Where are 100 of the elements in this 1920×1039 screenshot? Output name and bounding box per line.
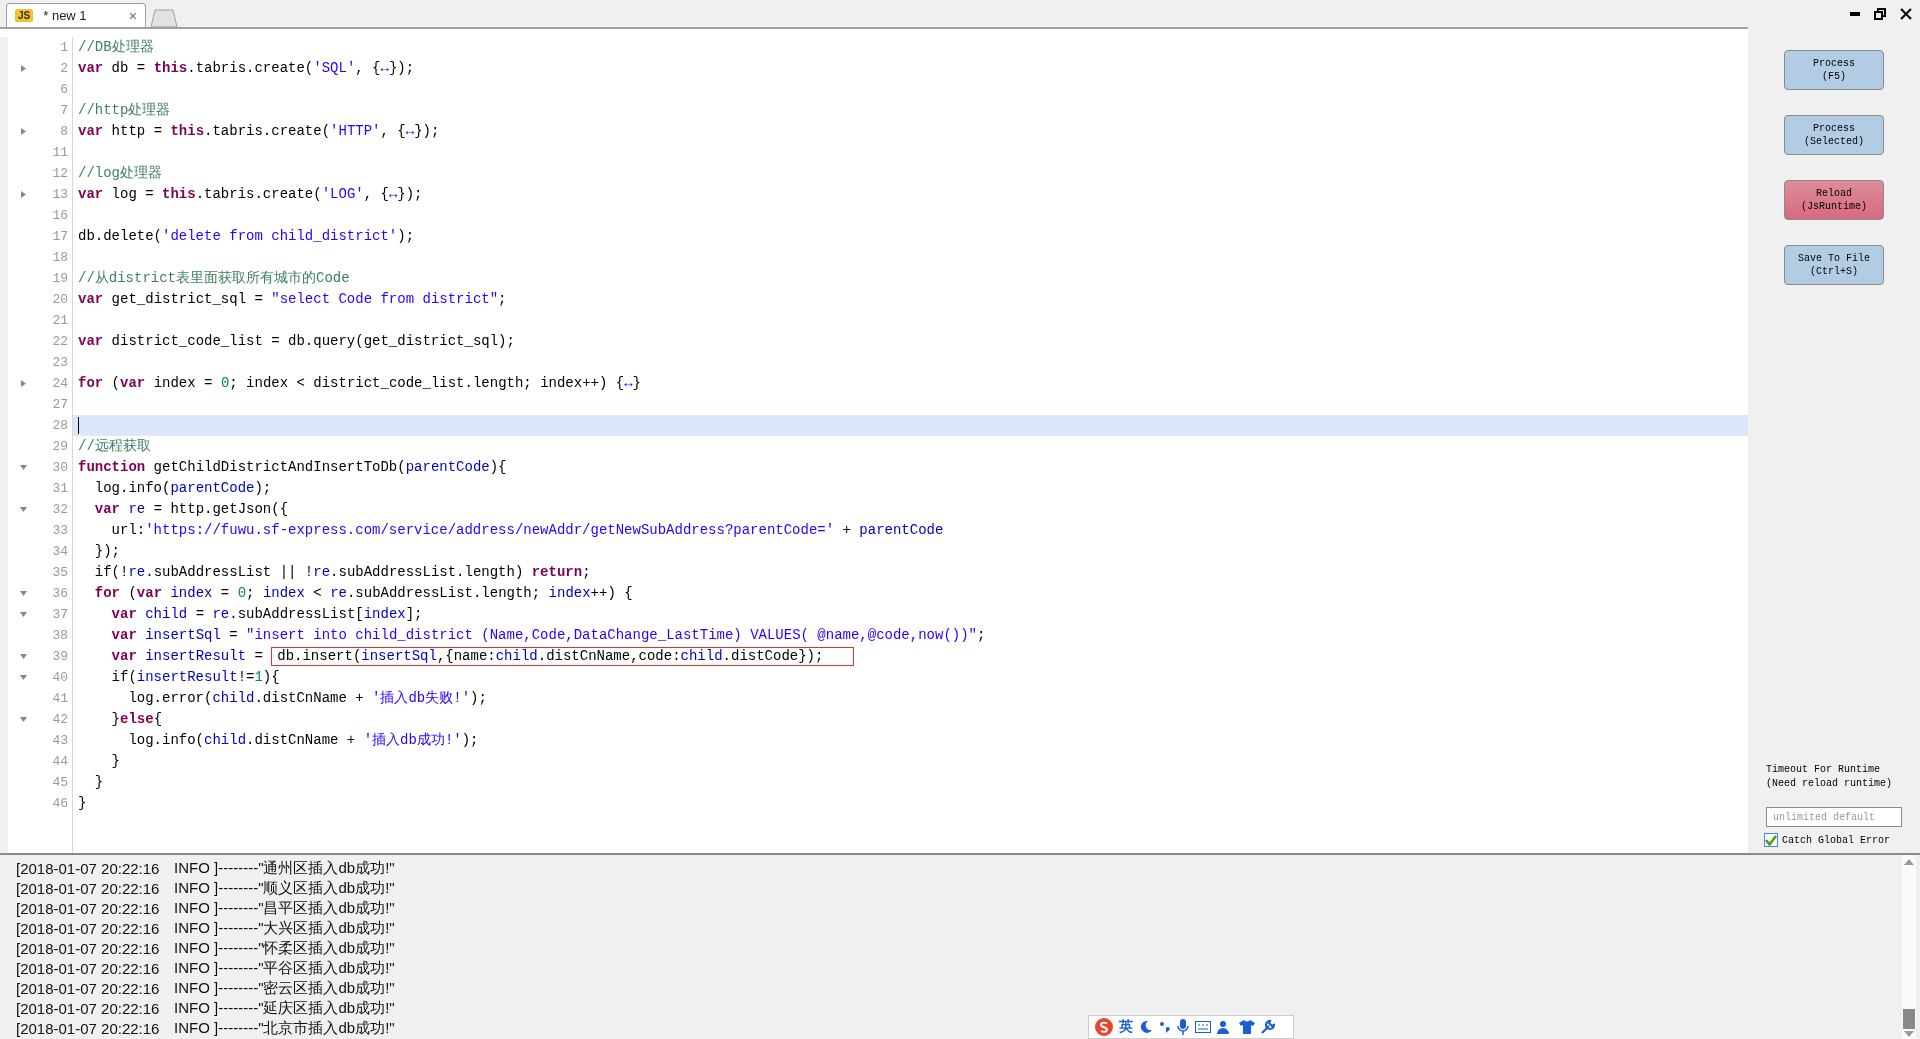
scroll-up-icon[interactable] [1904, 859, 1914, 865]
code-line: if(insertResult!=1){ [110, 668, 280, 687]
tab-title: * new 1 [43, 8, 88, 23]
log-timestamp: [2018-01-07 20:22:16 [16, 979, 161, 997]
fold-arrow-icon[interactable] [19, 654, 27, 659]
fold-arrow-icon[interactable] [20, 128, 26, 135]
new-tab-icon[interactable] [150, 9, 178, 27]
line-number: 28 [51, 418, 68, 433]
log-message: INFO ]--------"北京市插入db成功!" [174, 1018, 395, 1038]
checkbox-label: Catch Global Error [1782, 834, 1891, 846]
microphone-icon[interactable] [1177, 1019, 1189, 1035]
action-button[interactable]: Reload (JsRuntime) [1784, 180, 1884, 220]
line-number: 27 [51, 397, 68, 412]
line-number: 36 [51, 586, 68, 601]
fold-arrow-icon[interactable] [20, 380, 26, 387]
code-line: var child = re.subAddressList[index]; [110, 605, 423, 624]
fold-arrow-icon[interactable] [19, 465, 27, 470]
line-number: 23 [51, 355, 68, 370]
line-number: 24 [51, 376, 68, 391]
code-line: //log处理器 [78, 164, 162, 183]
wrench-icon[interactable] [1261, 1020, 1275, 1034]
code-line: var log = this.tabris.create('LOG', {↔}); [78, 185, 423, 204]
line-number: 16 [51, 208, 68, 223]
log-timestamp: [2018-01-07 20:22:16 [16, 919, 161, 937]
log-message: INFO ]--------"顺义区插入db成功!" [174, 878, 395, 898]
code-line: var db = this.tabris.create('SQL', {↔}); [78, 59, 415, 78]
code-line: log.error(child.distCnName + '插入db失败!'); [127, 689, 487, 708]
code-line: //远程获取 [78, 437, 151, 456]
log-timestamp: [2018-01-07 20:22:16 [16, 959, 161, 977]
line-number: 12 [51, 166, 68, 181]
action-button[interactable]: Save To File (Ctrl+S) [1784, 245, 1884, 285]
close-tab-button[interactable]: × [128, 7, 137, 24]
log-message: INFO ]--------"通州区插入db成功!" [174, 858, 395, 878]
line-number: 37 [51, 607, 68, 622]
code-line: //从district表里面获取所有城市的Code [78, 269, 350, 288]
timeout-field[interactable]: unlimited default [1766, 807, 1902, 827]
code-line: //http处理器 [78, 101, 171, 120]
line-number: 2 [59, 61, 68, 76]
fold-arrow-icon[interactable] [19, 507, 27, 512]
log-message: INFO ]--------"密云区插入db成功!" [174, 978, 395, 998]
code-line: for (var index = 0; index < district_code_list.length; index++) {↔} [78, 374, 641, 393]
action-button[interactable]: Process (Selected) [1784, 115, 1884, 155]
code-line: } [93, 773, 104, 792]
code-line: log.info(parentCode); [93, 479, 272, 498]
action-button[interactable]: Process (F5) [1784, 50, 1884, 90]
code-line: var district_code_list = db.query(get_district_sql); [78, 332, 515, 351]
line-number: 7 [59, 103, 68, 118]
line-number: 35 [51, 565, 68, 580]
line-number: 22 [51, 334, 68, 349]
code-line: var re = http.getJson({ [93, 500, 289, 519]
code-line: var http = this.tabris.create('HTTP', {↔}); [78, 122, 440, 141]
fold-arrow-icon[interactable] [19, 591, 27, 596]
scrollbar[interactable] [1902, 855, 1916, 1039]
code-line: if(!re.subAddressList || !re.subAddressList.length) return; [93, 563, 591, 582]
restore-icon[interactable] [1874, 8, 1886, 20]
line-number: 39 [51, 649, 68, 664]
shirt-icon[interactable] [1239, 1020, 1255, 1034]
log-timestamp: [2018-01-07 20:22:16 [16, 859, 161, 877]
line-number: 46 [51, 796, 68, 811]
line-number: 19 [51, 271, 68, 286]
ime-logo-icon[interactable] [1095, 1018, 1113, 1036]
code-line: var insertSql = "insert into child_district (Name,Code,DataChange_LastTime) VALUES( @name,@code,now())"; [110, 626, 986, 645]
line-number: 31 [51, 481, 68, 496]
line-number: 18 [51, 250, 68, 265]
log-message: INFO ]--------"昌平区插入db成功!" [174, 898, 395, 918]
close-icon[interactable] [1900, 8, 1912, 20]
keyboard-icon[interactable] [1195, 1021, 1211, 1033]
line-number: 30 [51, 460, 68, 475]
line-number: 29 [51, 439, 68, 454]
input-language[interactable]: 英 [1119, 1018, 1133, 1036]
line-number: 13 [51, 187, 68, 202]
scroll-down-icon[interactable] [1904, 1031, 1914, 1037]
checkbox[interactable] [1764, 833, 1778, 847]
log-message: INFO ]--------"大兴区插入db成功!" [174, 918, 395, 938]
fold-arrow-icon[interactable] [19, 612, 27, 617]
code-line: db.delete('delete from child_district'); [78, 227, 415, 246]
code-line: }); [93, 542, 120, 561]
fold-arrow-icon[interactable] [19, 717, 27, 722]
log-message: INFO ]--------"平谷区插入db成功!" [174, 958, 395, 978]
code-line: for (var index = 0; index < re.subAddressList.length; index++) { [93, 584, 633, 603]
line-number: 42 [51, 712, 68, 727]
line-number: 21 [51, 313, 68, 328]
log-timestamp: [2018-01-07 20:22:16 [16, 879, 161, 897]
line-number: 45 [51, 775, 68, 790]
fold-arrow-icon[interactable] [20, 191, 26, 198]
log-timestamp: [2018-01-07 20:22:16 [16, 899, 161, 917]
line-number: 1 [59, 40, 68, 55]
line-number: 8 [59, 124, 68, 139]
text-cursor [78, 417, 79, 434]
punctuation-icon[interactable] [1159, 1020, 1171, 1034]
scrollbar-thumb[interactable] [1903, 1009, 1915, 1029]
fold-arrow-icon[interactable] [19, 675, 27, 680]
code-line: } [110, 752, 120, 771]
code-line: //DB处理器 [78, 38, 154, 57]
moon-icon[interactable] [1139, 1020, 1153, 1034]
fold-arrow-icon[interactable] [20, 65, 26, 72]
log-timestamp: [2018-01-07 20:22:16 [16, 939, 161, 957]
file-tab[interactable]: JS * new 1 × [6, 3, 146, 27]
code-line: } [78, 794, 87, 813]
log-timestamp: [2018-01-07 20:22:16 [16, 999, 161, 1017]
